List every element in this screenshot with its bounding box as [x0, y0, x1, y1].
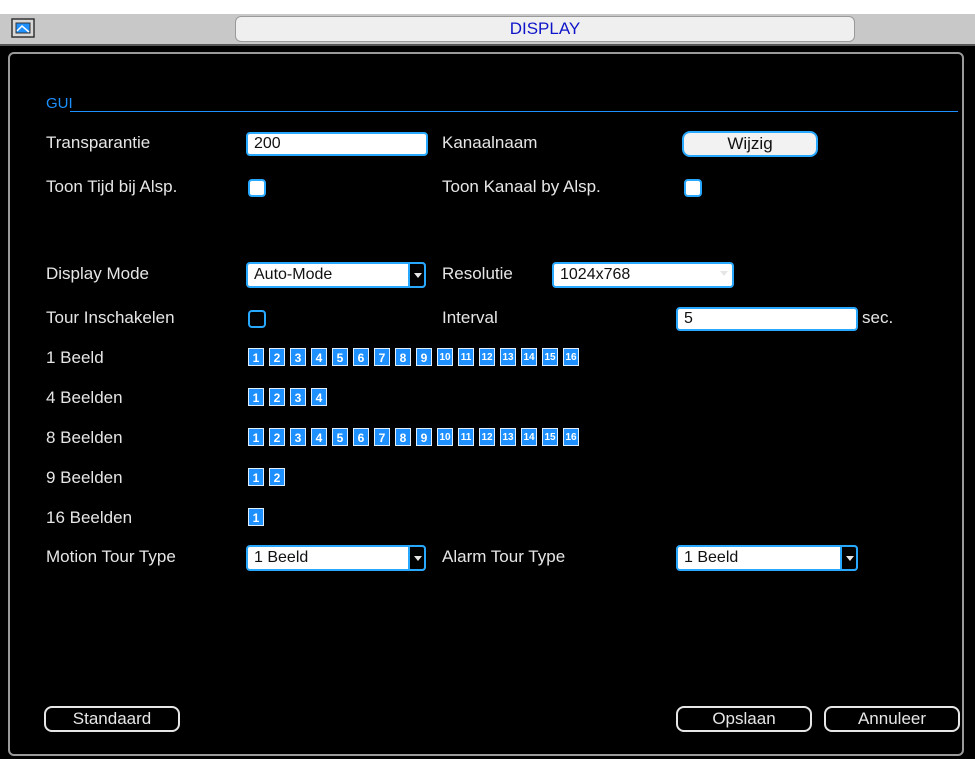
channel-button[interactable]: 2: [269, 348, 285, 366]
motion-tour-value: 1 Beeld: [254, 549, 309, 566]
channel-button[interactable]: 14: [521, 348, 537, 366]
channel-button[interactable]: 10: [437, 348, 453, 366]
channel-button[interactable]: 1: [248, 388, 264, 406]
channel-button[interactable]: 1: [248, 428, 264, 446]
transparency-label: Transparantie: [46, 133, 151, 152]
channel-button[interactable]: 14: [521, 428, 537, 446]
channel-button[interactable]: 11: [458, 348, 474, 366]
channel-button[interactable]: 5: [332, 348, 348, 366]
channel-button[interactable]: 16: [563, 428, 579, 446]
channel-button[interactable]: 1: [248, 468, 264, 486]
channel-button[interactable]: 2: [269, 388, 285, 406]
motion-tour-select[interactable]: 1 Beeld: [246, 545, 426, 571]
view-label-8: 8 Beelden: [46, 428, 123, 447]
view-channels-9: 12: [248, 468, 285, 488]
view-label-9: 9 Beelden: [46, 468, 123, 487]
channel-button[interactable]: 5: [332, 428, 348, 446]
channel-button[interactable]: 6: [353, 348, 369, 366]
chevron-down-icon[interactable]: [716, 262, 734, 288]
channel-button[interactable]: 8: [395, 348, 411, 366]
interval-input[interactable]: 5: [676, 307, 858, 331]
cancel-button[interactable]: Annuleer: [824, 706, 960, 732]
chevron-down-icon[interactable]: [840, 545, 858, 571]
view-channels-4: 1234: [248, 388, 327, 408]
channel-button[interactable]: 8: [395, 428, 411, 446]
content-frame: [8, 52, 964, 756]
default-button[interactable]: Standaard: [44, 706, 180, 732]
interval-unit: sec.: [862, 308, 894, 327]
alarm-tour-select[interactable]: 1 Beeld: [676, 545, 858, 571]
channel-button[interactable]: 3: [290, 428, 306, 446]
transparency-input[interactable]: 200: [246, 132, 428, 156]
view-channels-1: 1 2 3 4 5 6 7 8 9 10 11 12 13 14 15 16: [248, 348, 579, 368]
save-button[interactable]: Opslaan: [676, 706, 812, 732]
channel-button[interactable]: 10: [437, 428, 453, 446]
view-label-16: 16 Beelden: [46, 508, 133, 527]
title-bar: DISPLAY: [0, 14, 975, 46]
interval-label: Interval: [442, 308, 498, 327]
display-mode-value: Auto-Mode: [254, 266, 333, 283]
channel-button[interactable]: 4: [311, 348, 327, 366]
channel-button[interactable]: 11: [458, 428, 474, 446]
channel-name-label: Kanaalnaam: [442, 133, 538, 152]
show-channel-label: Toon Kanaal by Alsp.: [442, 177, 601, 196]
channel-button[interactable]: 16: [563, 348, 579, 366]
resolution-select[interactable]: 1024x768: [552, 262, 734, 288]
display-mode-select[interactable]: Auto-Mode: [246, 262, 426, 288]
view-channels-8: 1 2 3 4 5 6 7 8 9 10 11 12 13 14 15 16: [248, 428, 579, 448]
channel-button[interactable]: 3: [290, 388, 306, 406]
channel-button[interactable]: 4: [311, 428, 327, 446]
show-channel-checkbox[interactable]: [684, 179, 702, 197]
gui-section-label: GUI: [46, 95, 73, 112]
window-title: DISPLAY: [235, 16, 855, 42]
show-time-checkbox[interactable]: [248, 179, 266, 197]
alarm-tour-label: Alarm Tour Type: [442, 547, 566, 566]
chevron-down-icon[interactable]: [408, 262, 426, 288]
channel-button[interactable]: 1: [248, 508, 264, 526]
channel-name-edit-button[interactable]: Wijzig: [682, 131, 818, 157]
channel-button[interactable]: 12: [479, 348, 495, 366]
channel-button[interactable]: 12: [479, 428, 495, 446]
view-label-1: 1 Beeld: [46, 348, 104, 367]
channel-button[interactable]: 15: [542, 348, 558, 366]
channel-button[interactable]: 2: [269, 428, 285, 446]
channel-button[interactable]: 6: [353, 428, 369, 446]
channel-button[interactable]: 2: [269, 468, 285, 486]
view-label-4: 4 Beelden: [46, 388, 123, 407]
display-window: DISPLAY GUI Transparantie 200 Kanaalnaam…: [0, 14, 975, 759]
view-channels-16: 1: [248, 508, 264, 528]
channel-button[interactable]: 13: [500, 348, 516, 366]
gui-divider: [70, 111, 958, 112]
window-menu-icon[interactable]: [10, 17, 36, 39]
channel-button[interactable]: 13: [500, 428, 516, 446]
channel-button[interactable]: 7: [374, 428, 390, 446]
chevron-down-icon[interactable]: [408, 545, 426, 571]
channel-button[interactable]: 9: [416, 348, 432, 366]
alarm-tour-value: 1 Beeld: [684, 549, 739, 566]
channel-button[interactable]: 15: [542, 428, 558, 446]
channel-button[interactable]: 9: [416, 428, 432, 446]
channel-button[interactable]: 7: [374, 348, 390, 366]
resolution-label: Resolutie: [442, 264, 513, 283]
resolution-value: 1024x768: [560, 266, 631, 283]
tour-enable-checkbox[interactable]: [248, 310, 266, 328]
channel-button[interactable]: 1: [248, 348, 264, 366]
motion-tour-label: Motion Tour Type: [46, 547, 176, 566]
channel-button[interactable]: 3: [290, 348, 306, 366]
channel-button[interactable]: 4: [311, 388, 327, 406]
display-mode-label: Display Mode: [46, 264, 149, 283]
show-time-label: Toon Tijd bij Alsp.: [46, 177, 178, 196]
tour-enable-label: Tour Inschakelen: [46, 308, 175, 327]
